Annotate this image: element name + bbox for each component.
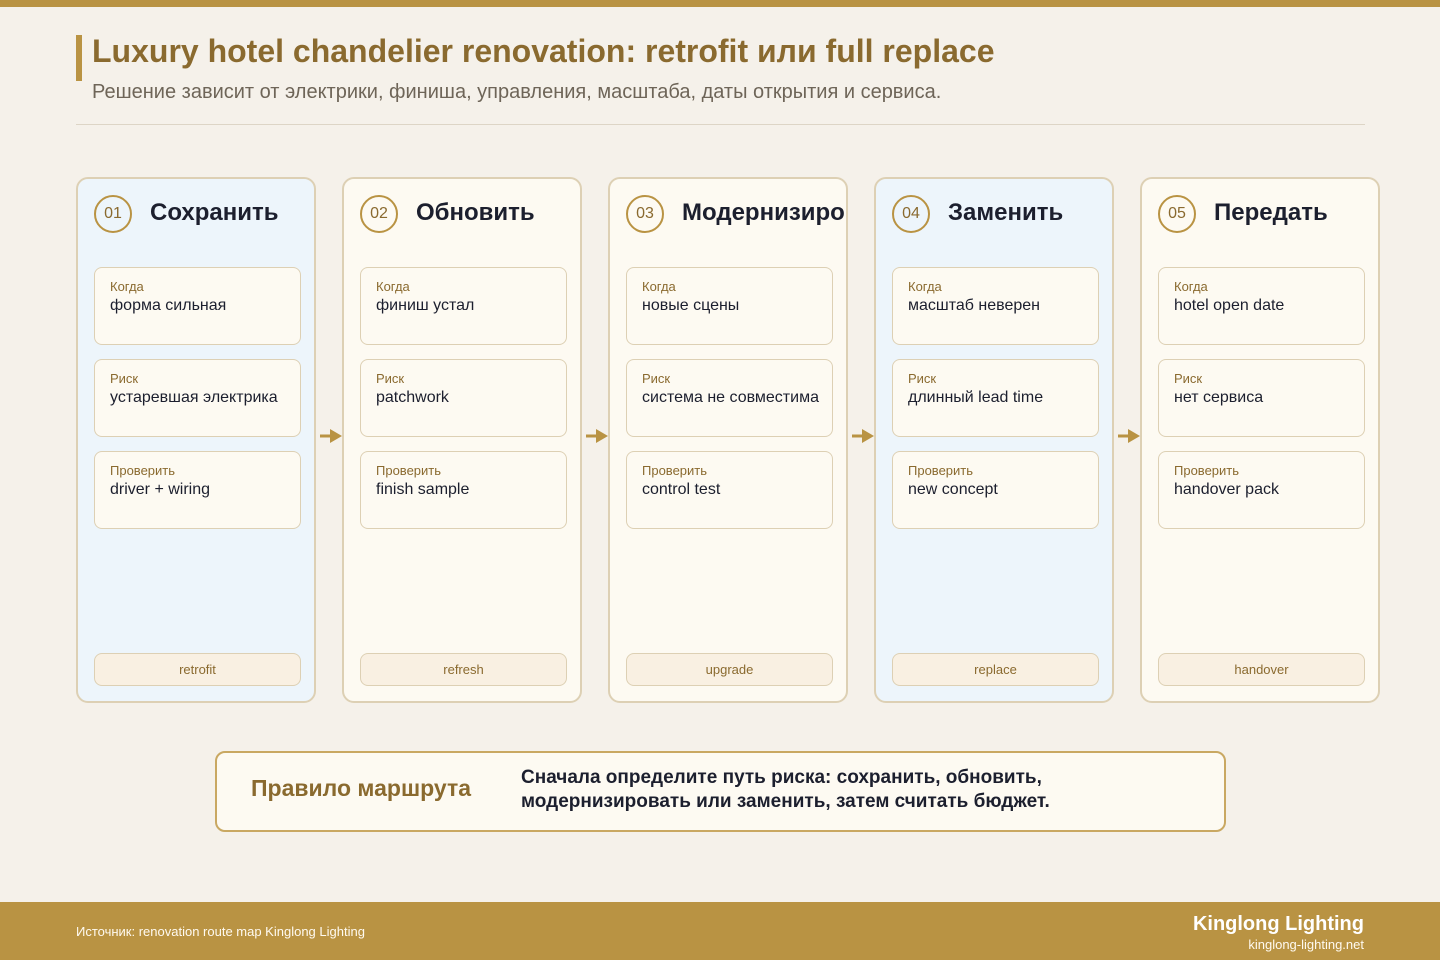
field-check: Проверить new concept — [892, 451, 1099, 529]
stage-title: Передать — [1214, 199, 1328, 226]
field-value: handover pack — [1174, 481, 1279, 498]
field-label: Риск — [1174, 371, 1203, 386]
route-rule-box: Правило маршрута Сначала определите путь… — [215, 751, 1226, 832]
field-label: Риск — [908, 371, 937, 386]
stage-card-retrofit: 01 Сохранить Когда форма сильная Риск ус… — [76, 177, 316, 703]
arrow-right-icon — [586, 429, 608, 443]
route-rule-text: Сначала определите путь риска: сохранить… — [521, 767, 1050, 812]
field-label: Риск — [642, 371, 671, 386]
stage-title: Сохранить — [150, 199, 279, 226]
field-label: Когда — [1174, 279, 1208, 294]
stage-card-replace: 04 Заменить Когда масштаб неверен Риск д… — [874, 177, 1114, 703]
top-accent-bar — [0, 0, 1440, 7]
stage-number-badge: 05 — [1158, 195, 1196, 233]
stage-title: Обновить — [416, 199, 535, 226]
field-value: длинный lead time — [908, 389, 1044, 406]
field-label: Проверить — [376, 463, 442, 478]
field-value: patchwork — [376, 389, 449, 406]
field-label: Проверить — [110, 463, 176, 478]
field-label: Когда — [642, 279, 676, 294]
field-label: Когда — [376, 279, 410, 294]
stage-tag: handover — [1158, 653, 1365, 686]
stage-tag: upgrade — [626, 653, 833, 686]
field-check: Проверить handover pack — [1158, 451, 1365, 529]
field-risk: Риск нет сервиса — [1158, 359, 1365, 437]
field-label: Проверить — [642, 463, 708, 478]
stage-title: Заменить — [948, 199, 1064, 226]
field-value: финиш устал — [376, 297, 475, 314]
stage-number-badge: 02 — [360, 195, 398, 233]
field-value: нет сервиса — [1174, 389, 1264, 406]
field-value: driver + wiring — [110, 481, 211, 498]
field-value: форма сильная — [110, 297, 227, 314]
field-label: Когда — [110, 279, 144, 294]
field-risk: Риск система не совместима — [626, 359, 833, 437]
field-value: hotel open date — [1174, 297, 1285, 314]
arrow-right-icon — [852, 429, 874, 443]
footer: Источник: renovation route map Kinglong … — [0, 902, 1440, 960]
field-value: control test — [642, 481, 721, 498]
field-when: Когда масштаб неверен — [892, 267, 1099, 345]
arrow-right-icon — [1118, 429, 1140, 443]
field-label: Риск — [376, 371, 405, 386]
stage-tag: retrofit — [94, 653, 301, 686]
field-check: Проверить driver + wiring — [94, 451, 301, 529]
field-risk: Риск длинный lead time — [892, 359, 1099, 437]
field-when: Когда hotel open date — [1158, 267, 1365, 345]
field-when: Когда финиш устал — [360, 267, 567, 345]
stage-card-handover: 05 Передать Когда hotel open date Риск н… — [1140, 177, 1380, 703]
field-label: Проверить — [1174, 463, 1240, 478]
field-value: new concept — [908, 481, 998, 498]
field-value: устаревшая электрика — [110, 389, 278, 406]
title-accent-bar — [76, 35, 82, 81]
stage-title: Модернизировать — [682, 199, 846, 226]
stage-number-badge: 01 — [94, 195, 132, 233]
field-value: масштаб неверен — [908, 297, 1040, 314]
field-label: Проверить — [908, 463, 974, 478]
page-subtitle: Решение зависит от электрики, финиша, уп… — [92, 81, 942, 103]
route-rule-title: Правило маршрута — [251, 775, 471, 801]
header-divider — [76, 124, 1365, 125]
arrow-right-icon — [320, 429, 342, 443]
stage-number-badge: 04 — [892, 195, 930, 233]
stage-card-refresh: 02 Обновить Когда финиш устал Риск patch… — [342, 177, 582, 703]
footer-site: kinglong-lighting.net — [1248, 937, 1364, 952]
field-when: Когда форма сильная — [94, 267, 301, 345]
stage-number-badge: 03 — [626, 195, 664, 233]
page-title: Luxury hotel chandelier renovation: retr… — [92, 33, 995, 69]
stage-card-upgrade: 03 Модернизировать Когда новые сцены Рис… — [608, 177, 848, 703]
field-value: новые сцены — [642, 297, 740, 314]
stage-tag: replace — [892, 653, 1099, 686]
field-risk: Риск patchwork — [360, 359, 567, 437]
field-value: finish sample — [376, 481, 470, 498]
field-value: система не совместима — [642, 389, 819, 406]
stage-tag: refresh — [360, 653, 567, 686]
footer-source: Источник: renovation route map Kinglong … — [76, 924, 365, 939]
footer-brand: Kinglong Lighting — [1192, 913, 1364, 935]
field-label: Когда — [908, 279, 942, 294]
field-check: Проверить control test — [626, 451, 833, 529]
field-when: Когда новые сцены — [626, 267, 833, 345]
field-label: Риск — [110, 371, 139, 386]
field-check: Проверить finish sample — [360, 451, 567, 529]
field-risk: Риск устаревшая электрика — [94, 359, 301, 437]
